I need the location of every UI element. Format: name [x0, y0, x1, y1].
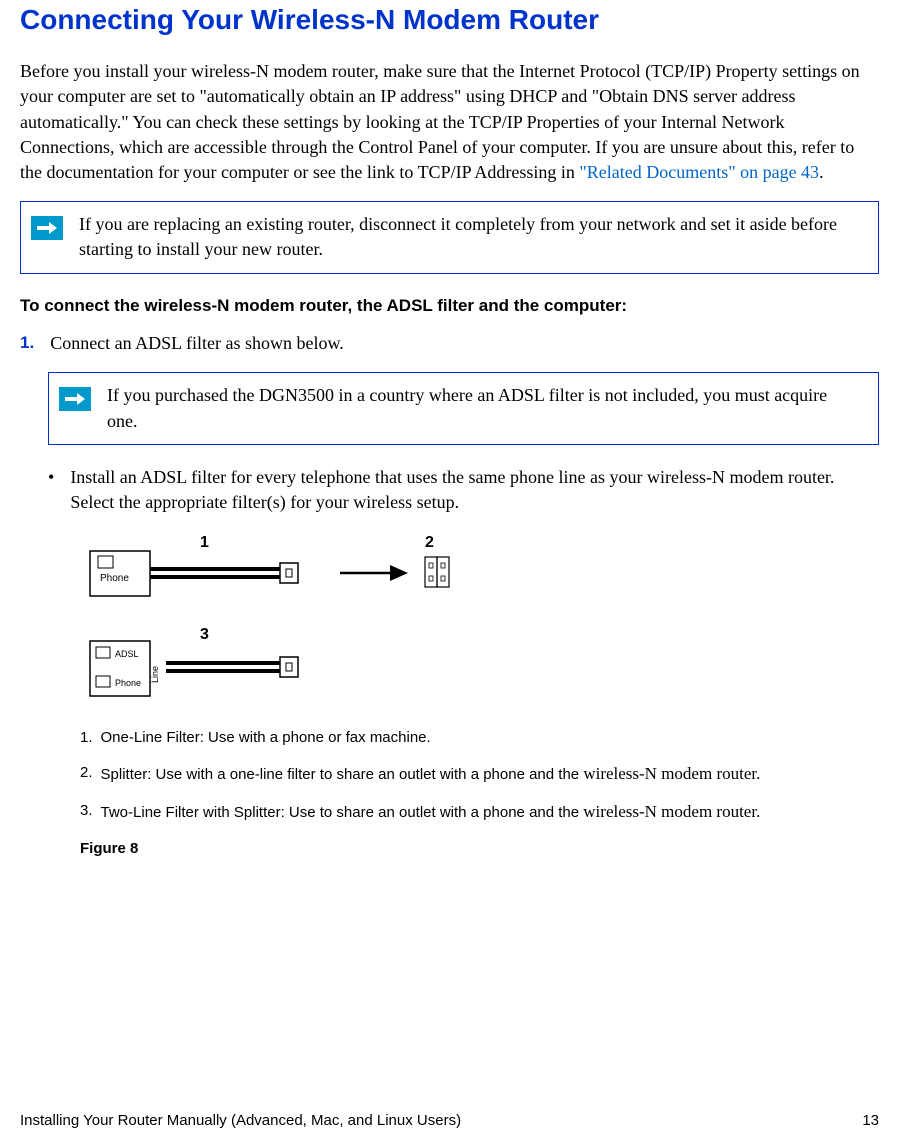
- legend-2-text: Splitter: Use with a one-line filter to …: [101, 762, 761, 786]
- svg-text:2: 2: [425, 534, 434, 551]
- note-1-text: If you are replacing an existing router,…: [79, 212, 862, 262]
- svg-text:Phone: Phone: [115, 678, 141, 688]
- related-documents-link[interactable]: "Related Documents" on page 43: [579, 162, 819, 182]
- note-box-2: If you purchased the DGN3500 in a countr…: [48, 372, 879, 444]
- legend-2-num: 2.: [80, 762, 93, 786]
- intro-paragraph: Before you install your wireless-N modem…: [20, 59, 879, 185]
- bullet-1-text: Install an ADSL filter for every telepho…: [70, 465, 879, 515]
- svg-text:1: 1: [200, 534, 209, 551]
- step-1-text: Connect an ADSL filter as shown below.: [50, 331, 344, 356]
- bullet-item-1: • Install an ADSL filter for every telep…: [48, 465, 879, 515]
- page-footer: Installing Your Router Manually (Advance…: [20, 1110, 879, 1131]
- legend-3-text: Two-Line Filter with Splitter: Use to sh…: [101, 800, 761, 824]
- svg-text:Phone: Phone: [100, 573, 129, 584]
- filter-diagram: Phone 1 2 ADSL Phone Line 3: [80, 531, 879, 711]
- section-heading: To connect the wireless-N modem router, …: [20, 294, 879, 318]
- period: .: [819, 162, 824, 182]
- svg-text:3: 3: [200, 626, 209, 643]
- footer-page-number: 13: [862, 1110, 879, 1131]
- page-heading: Connecting Your Wireless-N Modem Router: [20, 0, 879, 39]
- legend-item-2: 2. Splitter: Use with a one-line filter …: [80, 762, 879, 786]
- legend-item-3: 3. Two-Line Filter with Splitter: Use to…: [80, 800, 879, 824]
- arrow-icon: [31, 216, 63, 240]
- legend-3-num: 3.: [80, 800, 93, 824]
- step-1-number: 1.: [20, 331, 34, 356]
- note-box-1: If you are replacing an existing router,…: [20, 201, 879, 273]
- figure-legend: 1. One-Line Filter: Use with a phone or …: [80, 727, 879, 824]
- legend-1-num: 1.: [80, 727, 93, 748]
- svg-text:ADSL: ADSL: [115, 649, 139, 659]
- legend-item-1: 1. One-Line Filter: Use with a phone or …: [80, 727, 879, 748]
- figure-caption: Figure 8: [80, 838, 879, 859]
- footer-chapter: Installing Your Router Manually (Advance…: [20, 1110, 461, 1131]
- step-1: 1. Connect an ADSL filter as shown below…: [20, 331, 879, 356]
- legend-1-text: One-Line Filter: Use with a phone or fax…: [101, 727, 431, 748]
- note-2-text: If you purchased the DGN3500 in a countr…: [107, 383, 862, 433]
- bullet-marker: •: [48, 465, 54, 515]
- svg-text:Line: Line: [150, 666, 160, 683]
- arrow-icon: [59, 387, 91, 411]
